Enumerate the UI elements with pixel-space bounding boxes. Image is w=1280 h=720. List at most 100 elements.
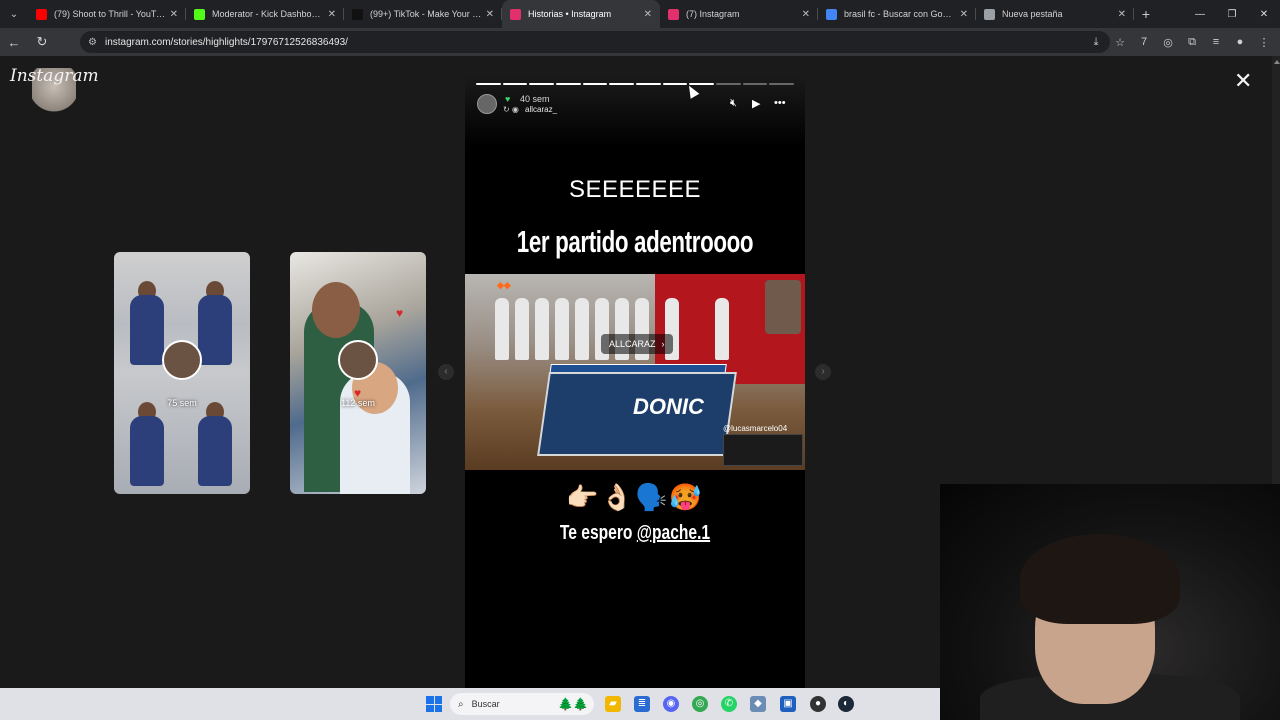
avatar[interactable] bbox=[477, 94, 497, 114]
tab-close-icon[interactable]: ✕ bbox=[960, 9, 968, 20]
story-username[interactable]: allcaraz_ bbox=[525, 105, 557, 114]
toolbar-icons: ⤓ ☆ 7 ◎ ⧉ ≡ ● ⋮ bbox=[1084, 28, 1276, 56]
extension-icon[interactable]: 7 bbox=[1132, 36, 1156, 48]
search-icon: ⌕ bbox=[458, 698, 464, 710]
instagram-logo[interactable]: Instagram bbox=[10, 66, 99, 86]
chrome-icon bbox=[984, 8, 995, 20]
tab-title: (7) Instagram bbox=[686, 9, 740, 19]
install-app-icon[interactable]: ⤓ bbox=[1084, 36, 1108, 49]
scoreboard bbox=[723, 434, 803, 466]
video-watermark: @lucasmarcelo04 bbox=[723, 424, 788, 433]
address-bar[interactable]: ⚙ instagram.com/stories/highlights/17976… bbox=[80, 31, 1110, 53]
profile-avatar[interactable]: ● bbox=[1228, 36, 1252, 48]
browser-tab[interactable]: (7) Instagram ✕ bbox=[660, 0, 818, 28]
previous-story-arrow[interactable]: ‹ bbox=[438, 364, 454, 380]
tab-strip: ⌄ (79) Shoot to Thrill - YouTube ✕ Moderat… bbox=[0, 0, 1280, 28]
tab-title: (79) Shoot to Thrill - YouTube bbox=[54, 9, 166, 19]
windows-taskbar: ⌕ Buscar 🌲🌲 ▰ ≣ ◉ ◎ ✆ ◆ ▣ ● ◐ bbox=[0, 688, 940, 720]
story-card[interactable]: ♥ 40 sem ↻ ◉ allcaraz_ 🔇︎ ▶ ••• SEEEEEEE… bbox=[465, 74, 805, 688]
media-controls-icon[interactable]: ≡ bbox=[1204, 36, 1228, 48]
browser-tab[interactable]: (99+) TikTok - Make Your Day ✕ bbox=[344, 0, 502, 28]
app-icon[interactable]: ◆ bbox=[750, 696, 766, 712]
reload-button[interactable]: ↻ bbox=[28, 28, 56, 56]
tab-close-icon[interactable]: ✕ bbox=[170, 9, 178, 20]
mention-sticker-label: ALLCARAZ bbox=[609, 339, 656, 349]
tab-close-icon[interactable]: ✕ bbox=[802, 9, 810, 20]
progress-segment bbox=[582, 83, 608, 85]
mention-sticker[interactable]: ALLCARAZ › bbox=[601, 334, 673, 354]
search-highlight-icon: 🌲🌲 bbox=[558, 697, 588, 711]
window-controls: — ❐ ✕ bbox=[1184, 0, 1280, 28]
browser-tab[interactable]: Historias • Instagram ✕ bbox=[502, 0, 660, 28]
caption-mention-link[interactable]: @pache.1 bbox=[637, 522, 710, 544]
discord-icon[interactable]: ◉ bbox=[663, 696, 679, 712]
tab-close-icon[interactable]: ✕ bbox=[1118, 9, 1126, 20]
steam-icon[interactable]: ◐ bbox=[838, 696, 854, 712]
tab-close-icon[interactable]: ✕ bbox=[486, 9, 494, 20]
window-close-button[interactable]: ✕ bbox=[1248, 0, 1280, 28]
google-icon bbox=[826, 8, 837, 20]
file-explorer-icon[interactable]: ▰ bbox=[605, 696, 621, 712]
browser-tab[interactable]: (79) Shoot to Thrill - YouTube ✕ bbox=[28, 0, 186, 28]
story-title-text: SEEEEEEE bbox=[568, 176, 702, 203]
start-button[interactable] bbox=[426, 696, 442, 712]
instagram-icon bbox=[668, 8, 679, 20]
tab-close-icon[interactable]: ✕ bbox=[644, 9, 652, 20]
more-options-icon[interactable]: ••• bbox=[774, 97, 786, 109]
play-icon[interactable]: ▶ bbox=[752, 97, 760, 110]
highlight-age-label: 75 sem bbox=[167, 398, 197, 408]
tab-title: brasil fc - Buscar con Google bbox=[844, 9, 956, 19]
tab-title: Historias • Instagram bbox=[528, 9, 612, 19]
restore-button[interactable]: ❐ bbox=[1216, 0, 1248, 28]
tiktok-icon bbox=[352, 8, 363, 20]
tab-title: Moderator - Kick Dashboard bbox=[212, 9, 324, 19]
highlight-thumbnail[interactable]: 75 sem bbox=[114, 252, 250, 494]
bookmark-star-icon[interactable]: ☆ bbox=[1108, 36, 1132, 49]
highlight-thumbnail[interactable]: ♥ ♥ 112 sem bbox=[290, 252, 426, 494]
progress-segment bbox=[742, 83, 768, 85]
story-caption: Te espero @pache.1 bbox=[502, 522, 767, 545]
browser-tab[interactable]: brasil fc - Buscar con Google ✕ bbox=[818, 0, 976, 28]
tab-search-button[interactable]: ⌄ bbox=[0, 0, 28, 28]
store-icon[interactable]: ▣ bbox=[780, 696, 796, 712]
notepad-icon[interactable]: ≣ bbox=[634, 696, 650, 712]
progress-segment bbox=[476, 83, 501, 85]
tab-title: Nueva pestaña bbox=[1002, 9, 1063, 19]
chrome-icon[interactable]: ◎ bbox=[692, 696, 708, 712]
close-icon[interactable]: ✕ bbox=[1234, 70, 1252, 92]
instagram-icon bbox=[510, 8, 521, 20]
tab-title: (99+) TikTok - Make Your Day bbox=[370, 9, 482, 19]
site-info-icon[interactable]: ⚙ bbox=[88, 37, 97, 48]
browser-tab[interactable]: Moderator - Kick Dashboard ✕ bbox=[186, 0, 344, 28]
new-tab-button[interactable]: + bbox=[1134, 0, 1158, 28]
heart-icon: ♥ bbox=[396, 306, 404, 320]
next-story-arrow[interactable]: › bbox=[815, 364, 831, 380]
facecam-overlay bbox=[765, 280, 801, 334]
browser-tab[interactable]: Nueva pestaña ✕ bbox=[976, 0, 1134, 28]
extensions-puzzle-icon[interactable]: ⧉ bbox=[1180, 36, 1204, 49]
chrome-menu-icon[interactable]: ⋮ bbox=[1252, 36, 1276, 49]
taskbar-search-placeholder: Buscar bbox=[471, 699, 500, 709]
whatsapp-icon[interactable]: ✆ bbox=[721, 696, 737, 712]
progress-segment bbox=[609, 83, 635, 85]
youtube-icon bbox=[36, 8, 47, 20]
mute-icon[interactable]: 🔇︎ bbox=[730, 97, 737, 110]
tab-close-icon[interactable]: ✕ bbox=[328, 9, 336, 20]
caption-text: Te espero bbox=[559, 522, 637, 544]
story-timestamp: 40 sem bbox=[520, 94, 550, 104]
obs-icon[interactable]: ● bbox=[810, 696, 826, 712]
extension-2-icon[interactable]: ◎ bbox=[1156, 36, 1180, 49]
kick-icon bbox=[194, 8, 205, 20]
taskbar-search[interactable]: ⌕ Buscar 🌲🌲 bbox=[450, 693, 594, 715]
progress-segment bbox=[636, 83, 661, 85]
reshare-icon: ↻ ◉ bbox=[503, 105, 519, 114]
tab-list: (79) Shoot to Thrill - YouTube ✕ Moderator… bbox=[28, 0, 1134, 28]
browser-toolbar: ← ↻ ⚙ instagram.com/stories/highlights/1… bbox=[0, 28, 1280, 56]
story-progress-bar bbox=[476, 83, 795, 85]
minimize-button[interactable]: — bbox=[1184, 0, 1216, 28]
back-button[interactable]: ← bbox=[0, 28, 28, 56]
avatar bbox=[338, 340, 378, 380]
story-subtitle-text: 1er partido adentroooo bbox=[516, 224, 754, 259]
chevron-right-icon: › bbox=[661, 339, 665, 349]
story-video-frame: DONIC ◆◆ @lucasmarcelo04 ALLCARAZ › bbox=[465, 274, 805, 470]
